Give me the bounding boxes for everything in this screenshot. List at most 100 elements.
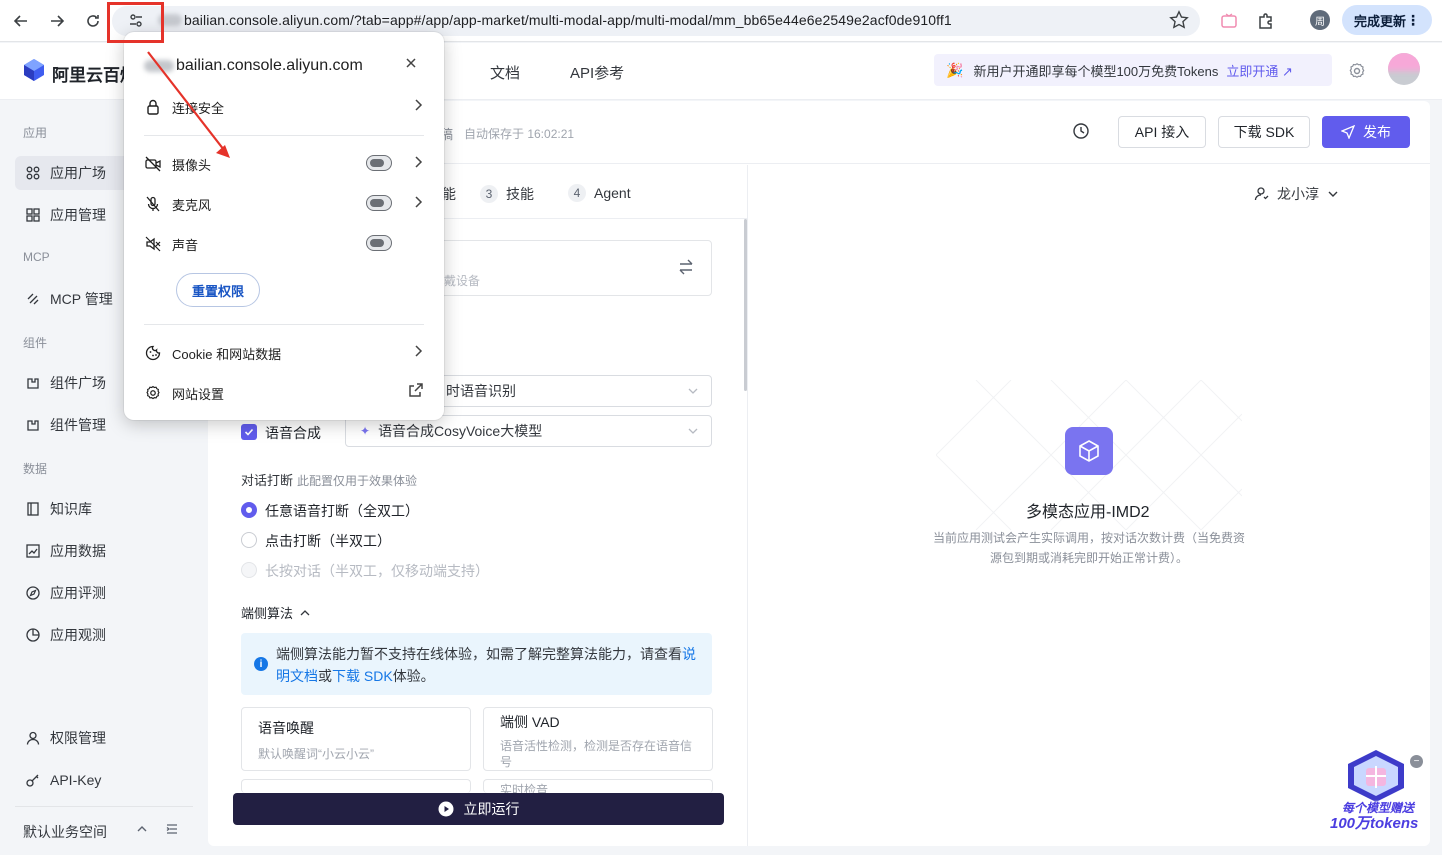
back-arrow-icon xyxy=(13,15,27,27)
vad-card[interactable]: 端侧 VAD 语音活性检测，检测是否存在语音信号 xyxy=(483,707,713,771)
url-text[interactable]: bailian.console.aliyun.com/?tab=app#/app… xyxy=(158,12,952,28)
sidebar-item-app-observe[interactable]: 应用观测 xyxy=(15,618,195,652)
site-info-popup: bailian.console.aliyun.com 连接安全 摄像头 麦克风 … xyxy=(124,32,444,420)
popup-divider xyxy=(144,324,424,325)
user-select[interactable]: 龙小淳 xyxy=(1253,184,1339,204)
chevron-down-icon xyxy=(687,425,699,437)
step-label: Agent xyxy=(594,185,631,201)
update-label: 完成更新 xyxy=(1354,13,1407,29)
sidebar-item-permission[interactable]: 权限管理 xyxy=(15,721,195,755)
sidebar-item-knowledge[interactable]: 知识库 xyxy=(15,492,195,526)
chevron-right-icon xyxy=(412,155,424,169)
avatar-blur xyxy=(1388,53,1420,71)
annotation-highlight-box xyxy=(107,2,164,43)
device-selector[interactable] xyxy=(440,240,712,296)
camera-toggle[interactable] xyxy=(366,155,392,171)
scrollbar[interactable] xyxy=(744,219,747,391)
sound-toggle[interactable] xyxy=(366,235,392,251)
gear-icon xyxy=(144,384,162,402)
sidebar-item-app-eval[interactable]: 应用评测 xyxy=(15,576,195,610)
component-icon xyxy=(25,417,41,433)
sidebar-item-api-key[interactable]: API-Key xyxy=(15,763,195,797)
reload-button[interactable] xyxy=(81,9,105,33)
sidebar-item-label: 应用评测 xyxy=(50,585,106,601)
tts-checkbox[interactable] xyxy=(241,424,257,440)
forward-button[interactable] xyxy=(45,9,69,33)
site-settings-row[interactable]: 网站设置 xyxy=(144,381,424,405)
microphone-toggle[interactable] xyxy=(366,195,392,211)
menu-fold-icon[interactable] xyxy=(166,823,178,835)
extension-pink-icon[interactable] xyxy=(1217,9,1241,33)
gift-line2: 100万tokens xyxy=(1330,815,1419,832)
bookmark-star-icon[interactable] xyxy=(1168,9,1190,31)
gift-close-icon[interactable]: − xyxy=(1410,755,1423,768)
chevron-right-icon xyxy=(412,344,424,358)
promo-link[interactable]: 立即开通 ↗ xyxy=(1226,61,1293,80)
model-sparkle-icon: ✦ xyxy=(360,424,371,438)
cookie-icon xyxy=(144,344,162,362)
nav-api-reference[interactable]: API参考 xyxy=(570,62,624,83)
asr-select[interactable]: 时语音识别 xyxy=(437,375,712,407)
app-cube-icon xyxy=(1065,427,1113,475)
profile-avatar[interactable]: 周 xyxy=(1310,10,1330,30)
download-sdk-button[interactable]: 下载 SDK xyxy=(1218,116,1310,148)
promo-banner: 🎉 新用户开通即享每个模型100万免费Tokens 立即开通 ↗ xyxy=(934,54,1332,86)
extensions-puzzle-icon[interactable] xyxy=(1254,9,1278,33)
microphone-label: 麦克风 xyxy=(172,197,212,213)
workspace-label[interactable]: 默认业务空间 xyxy=(23,822,107,842)
swap-icon[interactable] xyxy=(678,259,694,275)
section-data: 数据 xyxy=(23,462,48,476)
connection-security-row[interactable]: 连接安全 xyxy=(144,95,424,119)
user-name: 龙小淳 xyxy=(1277,186,1319,202)
run-button[interactable]: 立即运行 xyxy=(233,793,724,825)
radio-full-duplex[interactable] xyxy=(241,502,257,518)
radio-label: 任意语音打断（全双工） xyxy=(265,503,419,519)
chevron-up-icon[interactable] xyxy=(136,823,148,835)
user-icon xyxy=(25,730,41,746)
publish-button[interactable]: 发布 xyxy=(1322,116,1410,148)
bailian-logo-icon xyxy=(24,59,44,81)
back-button[interactable] xyxy=(9,9,33,33)
autosave-text: 自动保存于 16:02:21 xyxy=(464,127,575,141)
sidebar-item-app-data[interactable]: 应用数据 xyxy=(15,534,195,568)
info-text: 端侧算法能力暂不支持在线体验，如需了解完整算法能力，请查看说明文档或下载 SDK… xyxy=(276,643,701,687)
wakeup-card[interactable]: 语音唤醒 默认唤醒词“小云小云” xyxy=(241,707,471,771)
sidebar-item-label: 应用广场 xyxy=(50,165,106,181)
connection-label: 连接安全 xyxy=(172,100,225,116)
update-button[interactable]: 完成更新 ⋮ xyxy=(1342,5,1432,35)
camera-row[interactable]: 摄像头 xyxy=(144,152,424,176)
publish-label: 发布 xyxy=(1363,124,1391,140)
gift-box-icon xyxy=(1348,750,1404,802)
card-desc: 默认唤醒词“小云小云” xyxy=(258,747,374,761)
nav-docs[interactable]: 文档 xyxy=(490,62,520,83)
sidebar-item-label: 组件管理 xyxy=(50,417,106,433)
sidebar-item-label: 知识库 xyxy=(50,501,92,517)
run-label: 立即运行 xyxy=(463,801,520,817)
sdk-link[interactable]: 下载 SDK xyxy=(332,668,393,684)
step-tab-agent[interactable]: 4 Agent xyxy=(568,184,631,202)
card-title: 语音唤醒 xyxy=(258,720,314,736)
card-partial-right: 实时检音 xyxy=(483,779,713,793)
interrupt-sub: 此配置仅用于效果体验 xyxy=(297,474,418,488)
step-tab-skills[interactable]: 3 技能 xyxy=(480,184,534,204)
close-icon[interactable] xyxy=(404,56,418,70)
card-title: 端侧 VAD xyxy=(500,714,560,730)
sound-row[interactable]: 声音 xyxy=(144,232,424,256)
interrupt-label: 对话打断 xyxy=(241,473,294,488)
settings-gear-icon[interactable] xyxy=(1348,62,1366,80)
info-icon: i xyxy=(254,657,268,671)
asr-select-value: 时语音识别 xyxy=(446,383,516,399)
cookies-row[interactable]: Cookie 和网站数据 xyxy=(144,341,424,365)
radio-half-duplex[interactable] xyxy=(241,532,257,548)
microphone-row[interactable]: 麦克风 xyxy=(144,192,424,216)
chart-icon xyxy=(25,543,41,559)
user-avatar[interactable] xyxy=(1388,53,1420,85)
reset-permissions-button[interactable]: 重置权限 xyxy=(176,273,260,307)
history-clock-icon[interactable] xyxy=(1072,122,1090,140)
more-vert-icon: ⋮ xyxy=(1406,12,1420,28)
edge-algo-toggle[interactable]: 端侧算法 xyxy=(241,603,311,622)
profile-initial: 周 xyxy=(1315,16,1325,28)
api-access-button[interactable]: API 接入 xyxy=(1118,116,1206,148)
info-text-part: 端侧算法能力暂不支持在线体验，如需了解完整算法能力，请查看 xyxy=(276,646,682,662)
step-tab-2[interactable]: 能 xyxy=(442,184,456,204)
